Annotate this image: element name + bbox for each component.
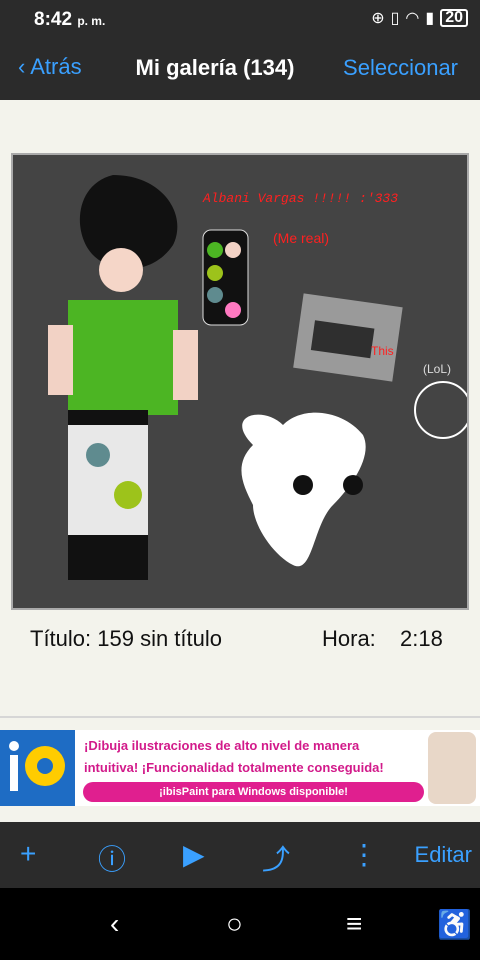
select-button[interactable]: Seleccionar	[343, 55, 458, 81]
share-icon[interactable]: ⤴	[262, 838, 290, 878]
more-options-icon[interactable]: ⋮	[350, 838, 378, 871]
back-nav-icon[interactable]: ‹	[110, 908, 119, 940]
ad-cta-button[interactable]: ¡ibisPaint para Windows disponible!	[83, 782, 424, 802]
caption-this: This	[371, 344, 394, 358]
accessibility-icon[interactable]: ♿	[437, 908, 472, 941]
info-icon[interactable]: ⓘ	[98, 838, 126, 878]
add-circle-icon: ⊕	[371, 10, 385, 27]
caption-me: (Me real)	[273, 230, 329, 246]
artwork-title: Título: 159 sin título	[30, 626, 222, 651]
status-time: 8:42 p. m.	[34, 9, 106, 30]
ad-line-1: ¡Dibuja ilustraciones de alto nivel de m…	[84, 738, 360, 753]
palette-icon	[9, 741, 65, 791]
header-bar: ‹ Atrás Mi galería (134) Seleccionar	[0, 40, 480, 100]
bottom-toolbar: + ⓘ ▶ ⤴ ⋮ Editar	[0, 822, 480, 888]
divider	[0, 716, 480, 718]
caption-lol: (LoL)	[423, 362, 451, 376]
status-icons: ⊕ ▯ ◠ ▮ 20	[371, 8, 468, 28]
wifi-icon: ◠	[405, 10, 420, 27]
home-nav-icon[interactable]: ○	[226, 908, 243, 940]
ibispaint-logo	[0, 730, 75, 806]
time-label: Hora:	[322, 626, 376, 651]
status-bar: 8:42 p. m. ⊕ ▯ ◠ ▮ 20	[0, 0, 480, 40]
caption-red: Albani Vargas !!!!! :'333	[202, 191, 398, 206]
ad-line-2: intuitiva! ¡Funcionalidad totalmente con…	[84, 760, 384, 775]
time-value: 2:18	[400, 626, 443, 651]
signal-icon: ▮	[425, 10, 435, 27]
artwork-preview[interactable]: Albani Vargas !!!!! :'333 (Me real) This…	[11, 153, 472, 610]
ad-banner[interactable]: ¡Dibuja ilustraciones de alto nivel de m…	[0, 730, 480, 806]
battery-icon: 20	[440, 9, 468, 27]
ad-character-image	[428, 732, 476, 804]
artwork-drawing: Albani Vargas !!!!! :'333 (Me real) This…	[13, 155, 472, 608]
play-icon[interactable]: ▶	[183, 838, 205, 871]
vibrate-icon: ▯	[390, 10, 400, 27]
edit-button[interactable]: Editar	[415, 842, 472, 868]
recents-nav-icon[interactable]: ≡	[346, 908, 362, 940]
add-icon[interactable]: +	[20, 838, 36, 870]
system-navigation-bar: ‹ ○ ≡ ♿	[0, 888, 480, 960]
